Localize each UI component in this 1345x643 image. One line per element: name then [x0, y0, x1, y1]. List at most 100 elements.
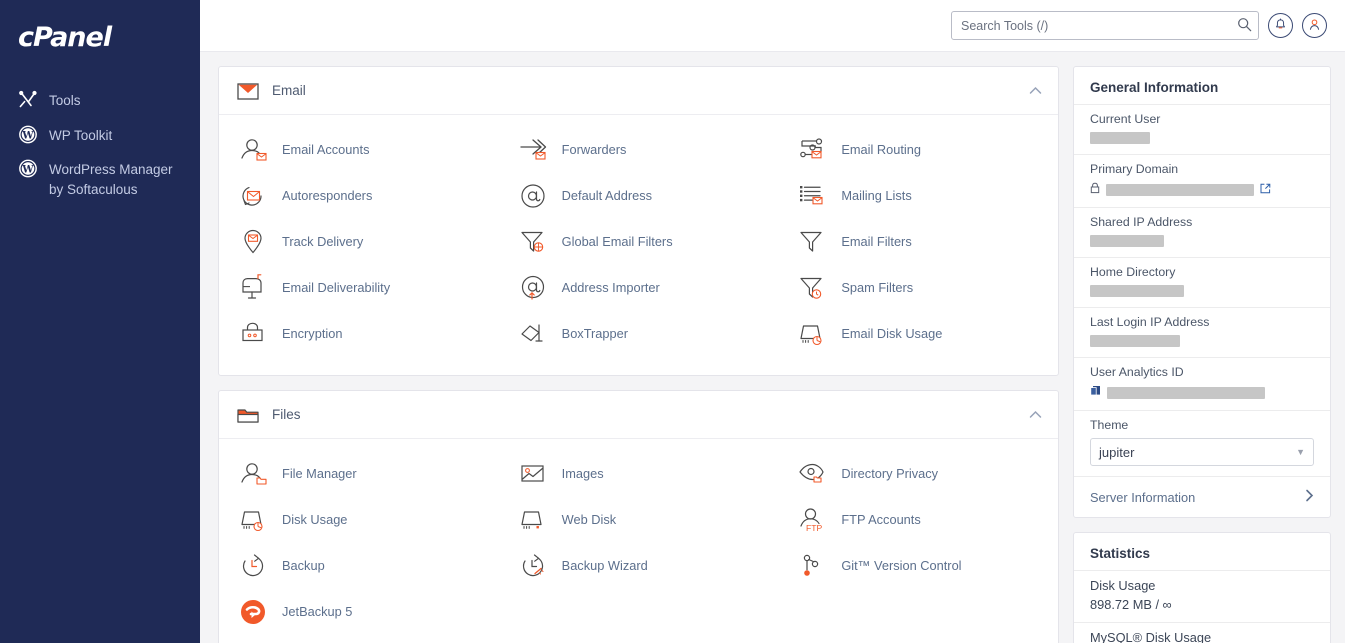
jetbackup-icon	[239, 598, 269, 626]
section-title: Email	[272, 83, 306, 98]
info-sidebar: General Information Current User Primary…	[1073, 66, 1331, 643]
theme-select[interactable]: jupiter ▼	[1090, 438, 1314, 466]
tool-label: Backup	[282, 558, 325, 574]
info-row-home-directory: Home Directory	[1074, 257, 1330, 307]
svg-text:FTP: FTP	[806, 523, 822, 533]
tool-label: JetBackup 5	[282, 604, 353, 620]
stat-row-mysql-disk-usage: MySQL® Disk Usage 86.82 MB / ∞	[1074, 622, 1330, 643]
directory-privacy-icon	[798, 460, 828, 488]
chevron-up-icon[interactable]	[1029, 83, 1042, 98]
tool-email-disk-usage[interactable]: Email Disk Usage	[778, 311, 1058, 357]
web-disk-icon	[519, 506, 549, 534]
section-title: Files	[272, 407, 301, 422]
images-icon	[519, 460, 549, 488]
backup-icon	[239, 552, 269, 580]
tool-label: Mailing Lists	[841, 188, 912, 204]
envelope-icon	[235, 80, 261, 102]
tool-ftp-accounts[interactable]: FTP FTP Accounts	[778, 497, 1058, 543]
tool-label: Email Deliverability	[282, 280, 391, 296]
notifications-button[interactable]	[1268, 13, 1293, 38]
tool-label: FTP Accounts	[841, 512, 921, 528]
tool-label: Email Filters	[841, 234, 912, 250]
tool-file-manager[interactable]: File Manager	[219, 451, 499, 497]
statistics-panel: Statistics Disk Usage 898.72 MB / ∞ MySQ…	[1073, 532, 1331, 643]
main-area: Email	[200, 0, 1345, 643]
tool-email-routing[interactable]: Email Routing	[778, 127, 1058, 173]
tool-label: Git™ Version Control	[841, 558, 962, 574]
tool-label: Forwarders	[561, 142, 627, 158]
tool-label: BoxTrapper	[561, 326, 629, 342]
tool-boxtrapper[interactable]: BoxTrapper	[499, 311, 779, 357]
tool-disk-usage[interactable]: Disk Usage	[219, 497, 499, 543]
sidebar-item-wordpress-manager[interactable]: W WordPress Manager by Softaculous	[0, 152, 200, 206]
tool-track-delivery[interactable]: Track Delivery	[219, 219, 499, 265]
stat-value: 898.72 MB / ∞	[1090, 597, 1172, 612]
info-row-current-user: Current User	[1074, 104, 1330, 154]
chevron-up-icon[interactable]	[1029, 407, 1042, 422]
tool-directory-privacy[interactable]: Directory Privacy	[778, 451, 1058, 497]
redacted-value	[1090, 132, 1150, 144]
tools-icon	[18, 90, 38, 109]
tool-backup-wizard[interactable]: Backup Wizard	[499, 543, 779, 589]
stat-row-disk-usage: Disk Usage 898.72 MB / ∞	[1074, 570, 1330, 622]
stat-label: Disk Usage	[1090, 578, 1156, 593]
sidebar-item-wp-toolkit[interactable]: W WP Toolkit	[0, 118, 200, 153]
info-label: Last Login IP Address	[1090, 315, 1210, 329]
sidebar-item-tools[interactable]: Tools	[0, 83, 200, 118]
wordpress-icon: W	[18, 125, 38, 144]
section-card-files: Files File Manager Images Directory Priv…	[218, 390, 1059, 643]
autoresponders-icon	[239, 182, 269, 210]
cpanel-app: cPanel Tools W WP Toolkit W WordPress Ma…	[0, 0, 1345, 643]
tool-email-deliverability[interactable]: Email Deliverability	[219, 265, 499, 311]
info-value	[1090, 335, 1314, 347]
external-link-icon[interactable]	[1260, 183, 1271, 197]
tool-label: Directory Privacy	[841, 466, 939, 482]
bell-icon	[1274, 17, 1287, 34]
tool-label: File Manager	[282, 466, 357, 482]
copy-icon[interactable]	[1090, 385, 1101, 400]
info-label: Primary Domain	[1090, 162, 1179, 176]
info-value	[1090, 182, 1314, 197]
tool-autoresponders[interactable]: Autoresponders	[219, 173, 499, 219]
info-label: Shared IP Address	[1090, 215, 1193, 229]
search-input[interactable]	[951, 11, 1259, 40]
server-information-link[interactable]: Server Information	[1074, 476, 1330, 517]
tool-email-accounts[interactable]: Email Accounts	[219, 127, 499, 173]
cpanel-logo[interactable]: cPanel	[0, 22, 200, 53]
tool-forwarders[interactable]: Forwarders	[499, 127, 779, 173]
section-header-files[interactable]: Files	[219, 391, 1058, 439]
boxtrapper-icon	[519, 320, 549, 348]
tool-encryption[interactable]: Encryption	[219, 311, 499, 357]
redacted-value	[1090, 235, 1164, 247]
tool-email-filters[interactable]: Email Filters	[778, 219, 1058, 265]
ftp-accounts-icon: FTP	[798, 506, 828, 534]
account-button[interactable]	[1302, 13, 1327, 38]
folder-icon	[235, 404, 261, 426]
sidebar-item-label: Tools	[49, 93, 81, 108]
info-label: Current User	[1090, 112, 1161, 126]
panel-title: General Information	[1090, 80, 1219, 95]
tool-label: Email Accounts	[282, 142, 370, 158]
tool-backup[interactable]: Backup	[219, 543, 499, 589]
tool-sections: Email Email Accounts Forwarders Email Ro…	[218, 66, 1059, 643]
section-header-email[interactable]: Email	[219, 67, 1058, 115]
left-sidebar: cPanel Tools W WP Toolkit W WordPress Ma…	[0, 0, 200, 643]
tool-address-importer[interactable]: Address Importer	[499, 265, 779, 311]
tool-mailing-lists[interactable]: Mailing Lists	[778, 173, 1058, 219]
tool-spam-filters[interactable]: Spam Filters	[778, 265, 1058, 311]
default-address-icon	[519, 182, 549, 210]
tool-label: Track Delivery	[282, 234, 364, 250]
tool-web-disk[interactable]: Web Disk	[499, 497, 779, 543]
sidebar-item-label: WordPress Manager by Softaculous	[49, 162, 173, 197]
disk-usage-icon	[239, 506, 269, 534]
tool-jetbackup-5[interactable]: JetBackup 5	[219, 589, 499, 635]
search-icon[interactable]	[1237, 17, 1252, 35]
theme-label: Theme	[1090, 418, 1129, 432]
redacted-value	[1090, 285, 1184, 297]
tool-images[interactable]: Images	[499, 451, 779, 497]
tool-global-email-filters[interactable]: Global Email Filters	[499, 219, 779, 265]
tool-default-address[interactable]: Default Address	[499, 173, 779, 219]
tool-label: Spam Filters	[841, 280, 914, 296]
git-version-control-icon	[798, 552, 828, 580]
tool-git-version-control[interactable]: Git™ Version Control	[778, 543, 1058, 589]
